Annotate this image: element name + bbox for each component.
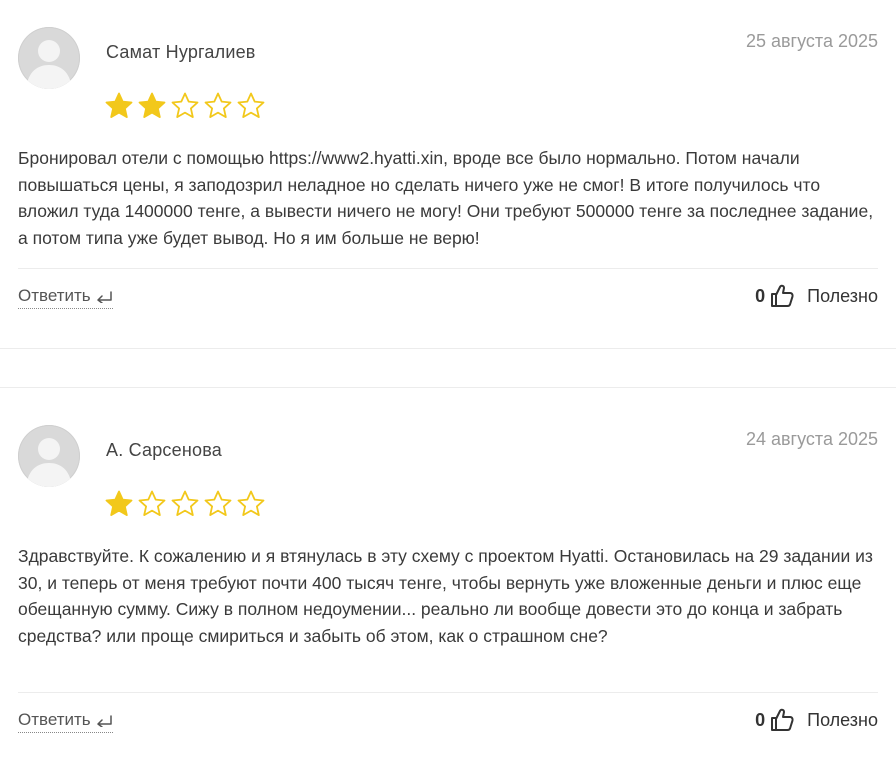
section-divider — [0, 348, 896, 349]
reply-button[interactable]: Ответить — [18, 710, 113, 733]
helpful-button[interactable]: Полезно — [807, 710, 878, 731]
reply-label: Ответить — [18, 710, 91, 729]
star-empty-icon — [171, 490, 199, 516]
divider — [18, 692, 878, 693]
star-empty-icon — [138, 490, 166, 516]
review-author: А. Сарсенова — [106, 440, 222, 460]
section-divider — [0, 387, 896, 388]
star-empty-icon — [171, 92, 199, 118]
star-empty-icon — [204, 92, 232, 118]
reply-arrow-icon — [96, 291, 112, 303]
review-text: Здравствуйте. К сожалению и я втянулась … — [18, 546, 873, 646]
reply-button[interactable]: Ответить — [18, 286, 113, 309]
star-empty-icon — [204, 490, 232, 516]
default-user-avatar-icon — [26, 40, 72, 89]
default-user-avatar-icon — [26, 438, 72, 487]
helpful-control: 0 Полезно — [755, 283, 878, 309]
user-avatar — [18, 27, 80, 89]
star-filled-icon — [138, 92, 166, 118]
star-rating — [104, 91, 266, 125]
helpful-button[interactable]: Полезно — [807, 286, 878, 307]
divider — [18, 268, 878, 269]
thumbs-up-icon[interactable] — [769, 283, 795, 309]
helpful-count: 0 — [755, 709, 766, 730]
review-date: 25 августа 2025 — [745, 31, 878, 51]
review-date: 24 августа 2025 — [745, 429, 878, 449]
star-empty-icon — [237, 490, 265, 516]
thumbs-up-icon[interactable] — [769, 707, 795, 733]
star-empty-icon — [237, 92, 265, 118]
review-author: Самат Нургалиев — [106, 42, 256, 62]
reply-label: Ответить — [18, 286, 91, 305]
review-text: Бронировал отели с помощью https://www2.… — [18, 148, 874, 248]
star-filled-icon — [105, 92, 133, 118]
helpful-control: 0 Полезно — [755, 707, 878, 733]
reply-arrow-icon — [96, 715, 112, 727]
user-avatar — [18, 425, 80, 487]
star-rating — [104, 489, 266, 523]
helpful-count: 0 — [755, 285, 766, 306]
star-filled-icon — [105, 490, 133, 516]
